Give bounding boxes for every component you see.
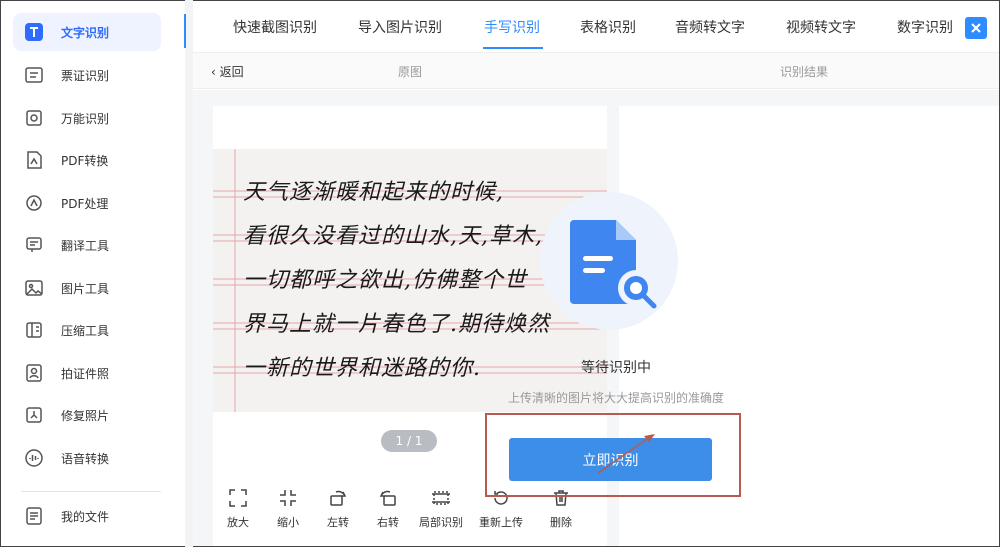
sidebar-item-label: 压缩工具: [61, 323, 110, 338]
sidebar-item-label: 语音转换: [61, 451, 110, 466]
text-recognition-icon: [23, 21, 45, 43]
document-search-icon: [570, 220, 657, 309]
sub-header: ‹ 返回 原图 识别结果: [193, 53, 999, 89]
rotate-right-icon: [379, 490, 396, 506]
original-label: 原图: [398, 65, 423, 79]
tab-handwriting[interactable]: 手写识别: [484, 17, 540, 37]
sidebar-divider: [21, 491, 161, 492]
back-button[interactable]: ‹ 返回: [211, 63, 244, 80]
status-text: 等待识别中: [581, 360, 651, 376]
partial-recognition-button[interactable]: 局部识别: [411, 488, 471, 530]
sidebar-separator: [185, 0, 193, 547]
image-tool-icon: [23, 277, 45, 299]
sidebar-item-label: 文字识别: [61, 25, 110, 40]
waiting-illustration: [540, 192, 678, 330]
handwriting-line: 一切都呼之欲出,仿佛整个世: [243, 268, 527, 293]
handwriting-line: 看很久没看过的山水,天,草木,: [243, 224, 543, 249]
sidebar-item-label: 修复照片: [61, 408, 110, 423]
sidebar-item-label: 翻译工具: [61, 238, 110, 253]
sidebar-item-my-files[interactable]: 我的文件: [13, 497, 161, 535]
tab-table[interactable]: 表格识别: [580, 17, 636, 37]
sidebar-item-id-photo[interactable]: 拍证件照: [13, 354, 161, 392]
tool-label: 放大: [227, 516, 249, 529]
compress-icon: [23, 319, 45, 341]
tab-quick-screenshot[interactable]: 快速截图识别: [233, 17, 317, 37]
sidebar-item-label: 拍证件照: [61, 366, 110, 381]
sidebar-item-universal[interactable]: 万能识别: [13, 99, 161, 137]
tool-label: 删除: [550, 516, 572, 529]
handwriting-line: 天气逐渐暖和起来的时候,: [243, 180, 504, 205]
zoom-out-icon: [280, 490, 296, 506]
handwriting-line: 界马上就一片春色了.期待焕然: [243, 312, 550, 337]
sidebar-item-compress[interactable]: 压缩工具: [13, 311, 161, 349]
close-icon: [971, 23, 981, 33]
crop-icon: [432, 491, 450, 505]
sidebar-item-image-tool[interactable]: 图片工具: [13, 269, 161, 307]
id-photo-icon: [23, 362, 45, 384]
pdf-convert-icon: [23, 149, 45, 171]
pdf-process-icon: [23, 192, 45, 214]
sidebar-item-pdf-convert[interactable]: PDF转换: [13, 141, 161, 179]
sidebar-item-ticket[interactable]: 票证识别: [13, 56, 161, 94]
sidebar-item-label: 万能识别: [61, 111, 110, 126]
voice-icon: [23, 447, 45, 469]
sidebar-item-translate[interactable]: 翻译工具: [13, 226, 161, 264]
file-icon: [23, 505, 45, 527]
sidebar-item-label: PDF转换: [61, 153, 109, 168]
hint-text: 上传清晰的图片将大大提高识别的准确度: [507, 391, 724, 405]
tab-audio-to-text[interactable]: 音频转文字: [675, 17, 745, 37]
rotate-right-button[interactable]: 右转: [358, 488, 418, 530]
sidebar-item-label: 票证识别: [61, 68, 110, 83]
tab-bar: 快速截图识别 导入图片识别 手写识别 表格识别 音频转文字 视频转文字 数字识别: [193, 1, 999, 53]
back-label: 返回: [219, 65, 244, 79]
result-label: 识别结果: [780, 65, 829, 79]
tab-active-underline: [483, 47, 543, 49]
sidebar-item-repair-photo[interactable]: 修复照片: [13, 396, 161, 434]
active-indicator: [184, 14, 186, 48]
rotate-left-icon: [330, 490, 347, 506]
sidebar-item-label: 我的文件: [61, 509, 110, 524]
close-button[interactable]: [965, 17, 987, 39]
tool-label: 局部识别: [419, 516, 463, 529]
tab-video-to-text[interactable]: 视频转文字: [786, 17, 856, 37]
translate-icon: [23, 234, 45, 256]
tool-label: 左转: [327, 516, 349, 529]
sidebar: 文字识别 票证识别 万能识别 PDF转换 PDF处理 翻译工具 图片工具 压缩工…: [1, 1, 185, 546]
universal-scan-icon: [23, 107, 45, 129]
tool-label: 右转: [377, 516, 399, 529]
tab-import-image[interactable]: 导入图片识别: [358, 17, 442, 37]
sidebar-item-text-recognition[interactable]: 文字识别: [13, 13, 161, 51]
zoom-in-icon: [229, 489, 247, 507]
recognize-now-button[interactable]: 立即识别: [509, 438, 712, 481]
sidebar-item-label: 图片工具: [61, 281, 110, 296]
sidebar-item-voice[interactable]: 语音转换: [13, 439, 161, 477]
tab-digit[interactable]: 数字识别: [897, 17, 953, 37]
sidebar-item-pdf-process[interactable]: PDF处理: [13, 184, 161, 222]
ticket-icon: [23, 64, 45, 86]
tool-label: 重新上传: [479, 516, 523, 529]
sidebar-item-label: PDF处理: [61, 196, 109, 211]
repair-photo-icon: [23, 404, 45, 426]
tool-label: 缩小: [277, 516, 299, 529]
chevron-left-icon: ‹: [211, 65, 220, 79]
page-indicator: 1 / 1: [381, 430, 437, 452]
